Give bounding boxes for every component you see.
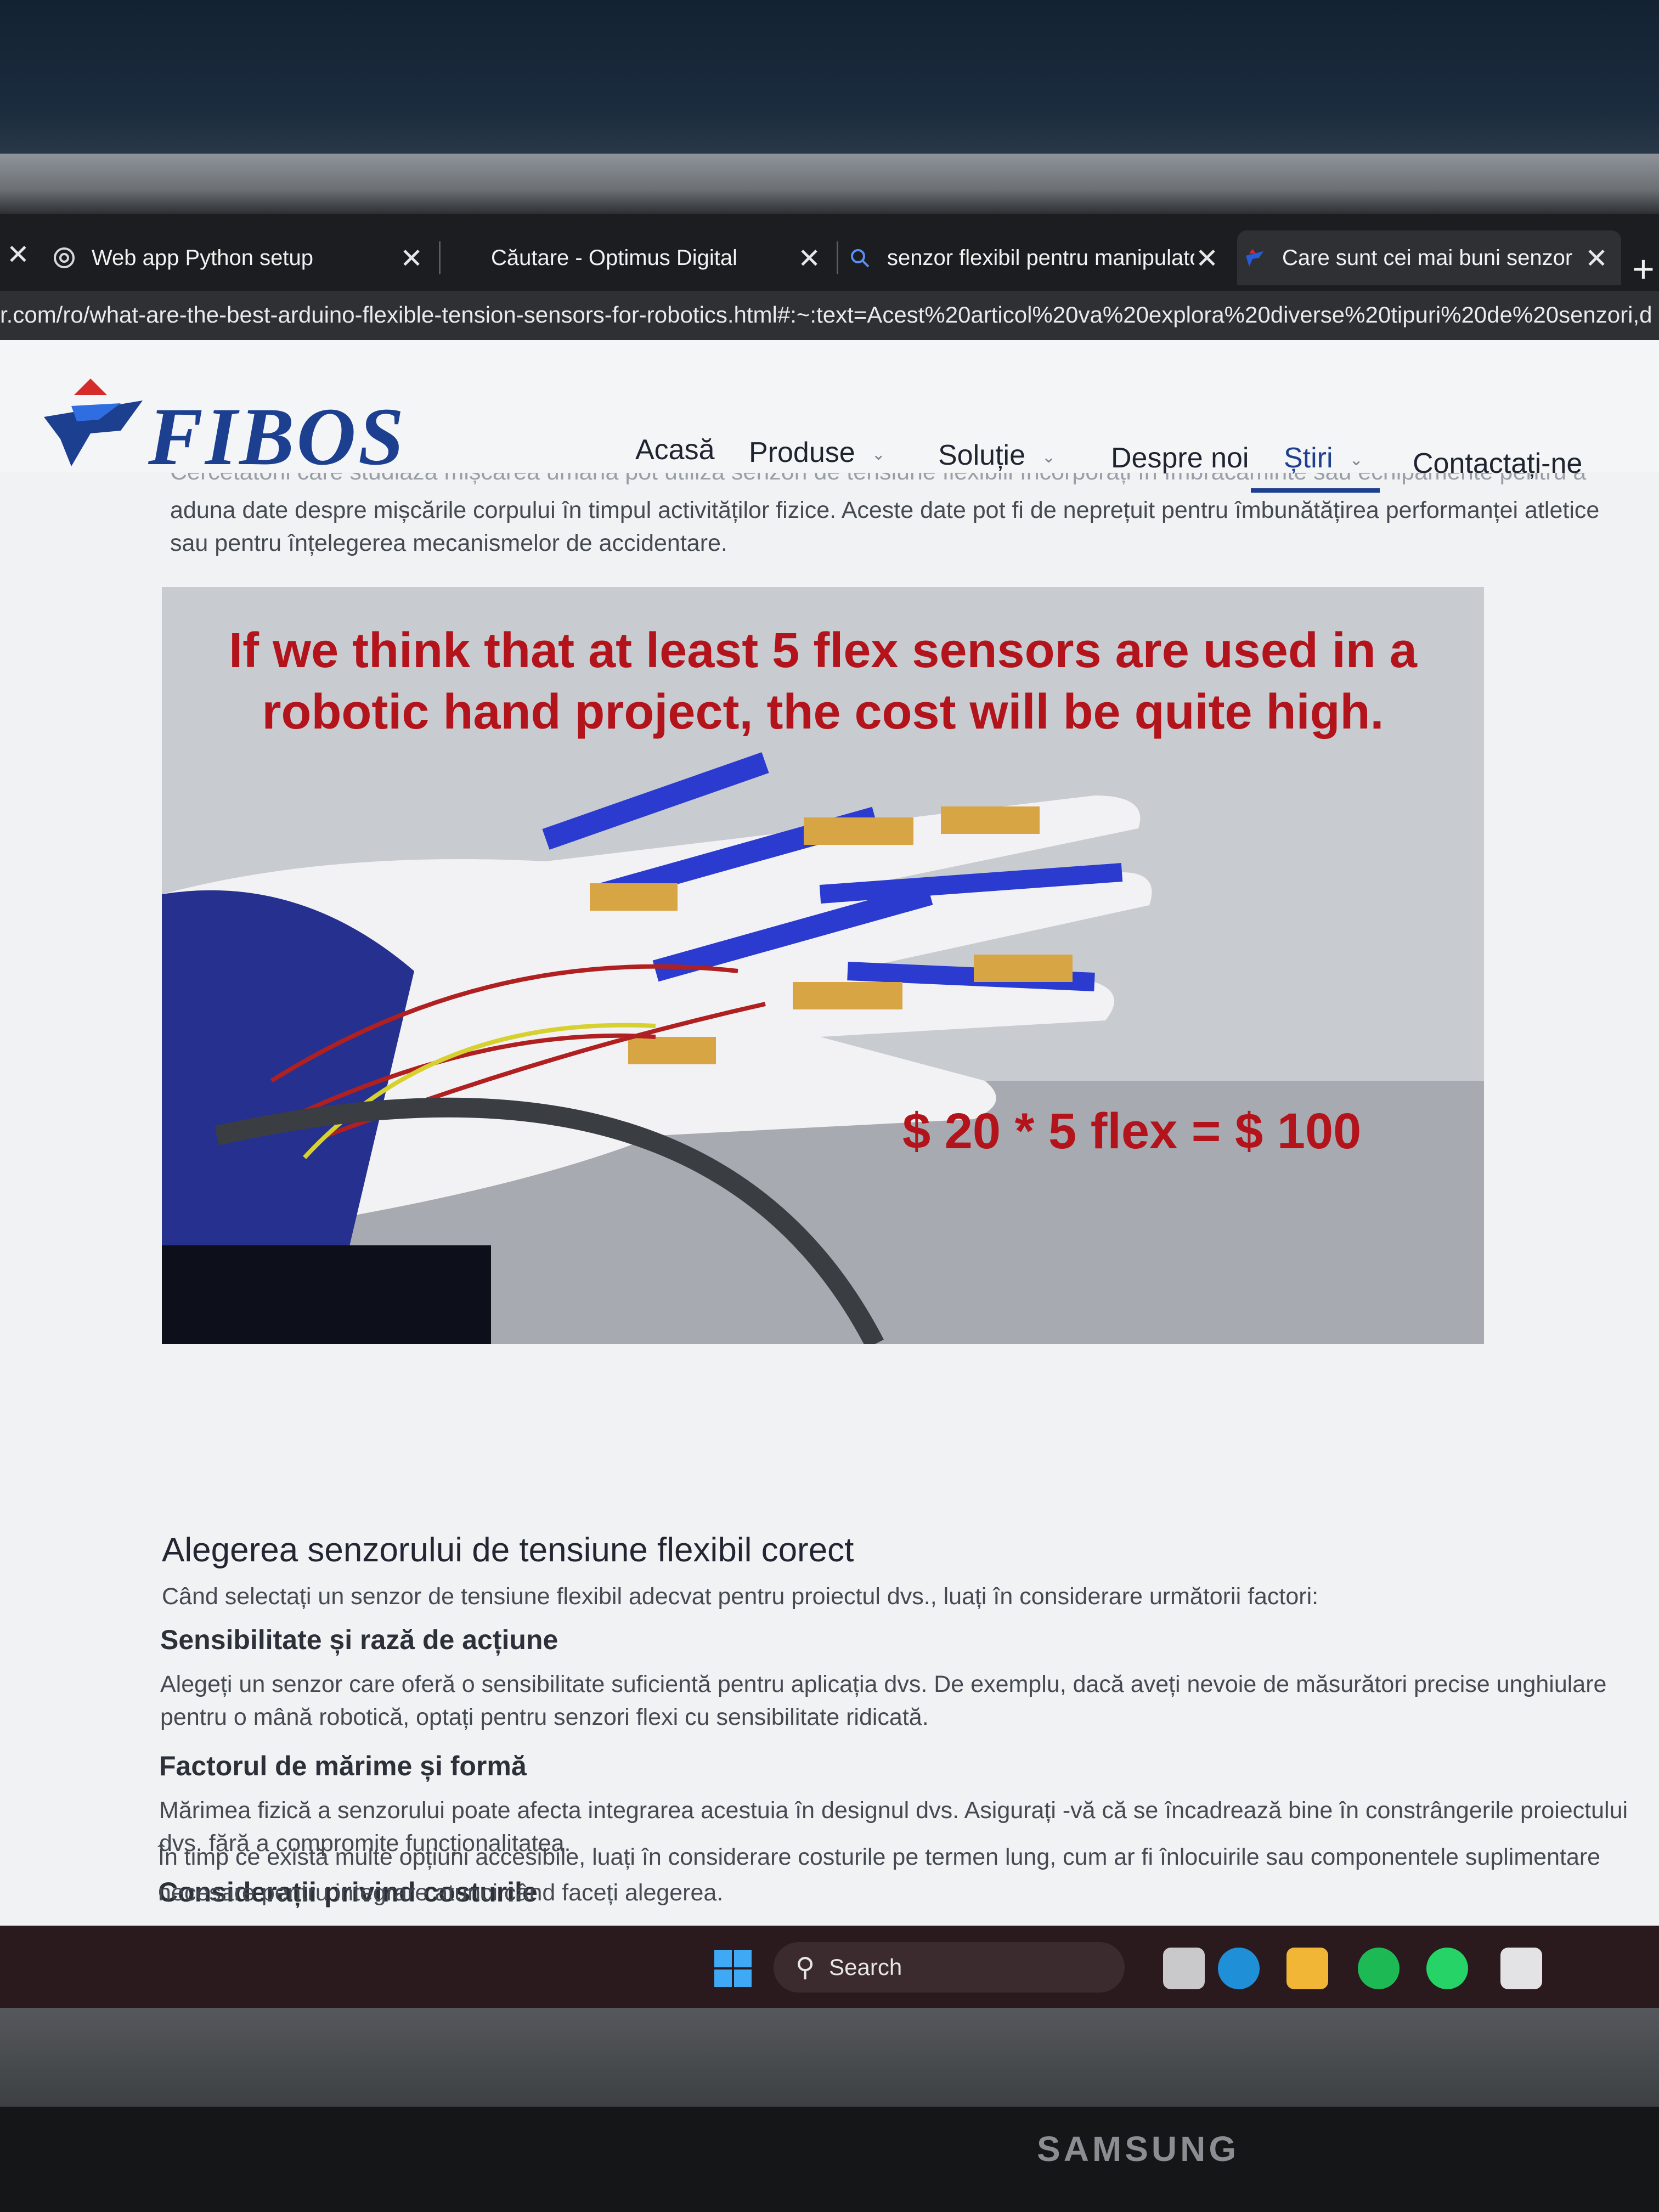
tab-title: Web app Python setup <box>92 245 313 270</box>
background-room <box>0 0 1659 159</box>
nav-item-stiri[interactable]: Știri ⌄ <box>1284 442 1363 475</box>
fibos-logo[interactable]: FIBOS <box>38 373 404 482</box>
tab-web-app-python[interactable]: Web app Python setup ✕ <box>52 230 436 285</box>
task-view-icon[interactable] <box>1163 1948 1205 1989</box>
app-icon[interactable] <box>1500 1948 1542 1989</box>
file-explorer-icon[interactable] <box>1286 1948 1328 1989</box>
intro-paragraph-line: aduna date despre mișcările corpului în … <box>170 497 1600 523</box>
edge-browser-icon[interactable] <box>1218 1948 1260 1989</box>
tab-title: senzor flexibil pentru manipulato <box>887 245 1194 270</box>
chevron-down-icon: ⌄ <box>1349 450 1363 469</box>
subsection-text-line: Alegeți un senzor care oferă o sensibili… <box>160 1671 1607 1697</box>
nav-item-label: Știri <box>1284 442 1333 474</box>
monitor-bezel-bottom <box>0 2008 1659 2107</box>
taskbar-search[interactable]: ⚲ Search <box>774 1942 1125 1993</box>
article-image-flex-glove: If we think that at least 5 flex sensors… <box>162 587 1484 1344</box>
nav-item-produse[interactable]: Produse ⌄ <box>749 436 885 469</box>
tab-senzor-flexibil[interactable]: senzor flexibil pentru manipulato ✕ <box>848 230 1232 285</box>
nav-item-acasa[interactable]: Acasă <box>635 433 715 466</box>
subsection-text-line: pentru o mână robotică, optați pentru se… <box>160 1704 929 1730</box>
figure-caption: If we think that at least 5 flex sensors… <box>162 620 1484 743</box>
tab-optimus-digital[interactable]: Căutare - Optimus Digital ✕ <box>450 230 834 285</box>
tab-care-sunt-senzori[interactable]: Care sunt cei mai buni senzori de ✕ <box>1237 230 1621 285</box>
tab-title: Căutare - Optimus Digital <box>491 245 738 270</box>
subsection-text-line: În timp ce există multe opțiuni accesibi… <box>158 1844 1601 1870</box>
figure-caption-line: If we think that at least 5 flex sensors… <box>229 623 1417 678</box>
tab-separator <box>439 241 441 274</box>
spotify-icon[interactable] <box>1358 1948 1400 1989</box>
monitor-bezel-top <box>0 154 1659 214</box>
figure-caption-line: robotic hand project, the cost will be q… <box>262 685 1384 740</box>
figure-cost-formula: $ 20 * 5 flex = $ 100 <box>902 1103 1362 1159</box>
nav-item-solutie[interactable]: Soluție ⌄ <box>938 439 1056 472</box>
search-icon: ⚲ <box>795 1953 815 1982</box>
close-icon[interactable]: ✕ <box>798 242 821 274</box>
windows-taskbar: ⚲ Search <box>0 1926 1659 2008</box>
logo-text: FIBOS <box>148 391 407 482</box>
fibos-favicon-icon <box>1246 249 1263 267</box>
subsection-title: Factorul de mărime și formă <box>159 1751 527 1781</box>
tab-separator <box>837 241 838 274</box>
chatgpt-icon <box>54 247 75 268</box>
subsection-text-line: necesare pentru integrare atunci când fa… <box>158 1880 724 1906</box>
windows-start-icon[interactable] <box>713 1949 753 1988</box>
new-tab-button[interactable]: + <box>1632 247 1655 291</box>
nav-item-label: Soluție <box>938 439 1025 471</box>
close-icon[interactable]: ✕ <box>1585 242 1608 274</box>
browser-tab-strip: ✕ Web app Python setup ✕ Căutare - Optim… <box>0 214 1659 291</box>
web-page: FIBOS Acasă Produse ⌄ Soluție ⌄ Despre noi… <box>0 340 1659 1926</box>
chevron-down-icon: ⌄ <box>871 445 885 464</box>
monitor-stand-area <box>0 2107 1659 2212</box>
taskbar-search-label: Search <box>829 1954 902 1980</box>
close-icon[interactable]: ✕ <box>1195 242 1218 274</box>
section-intro: Când selectați un senzor de tensiune fle… <box>162 1583 1319 1610</box>
site-header: FIBOS Acasă Produse ⌄ Soluție ⌄ Despre noi… <box>0 340 1659 493</box>
monitor-brand-label: SAMSUNG <box>1037 2129 1240 2169</box>
subsection-text-line: Mărimea fizică a senzorului poate afecta… <box>159 1797 1628 1824</box>
intro-paragraph-line: sau pentru înțelegerea mecanismelor de a… <box>170 530 727 556</box>
article-content: Cercetătorii care studiază mișcarea uman… <box>0 472 1659 1926</box>
nav-item-despre-noi[interactable]: Despre noi <box>1111 442 1249 475</box>
address-bar[interactable]: r.com/ro/what-are-the-best-arduino-flexi… <box>0 291 1659 340</box>
monitor-screen: ✕ Web app Python setup ✕ Căutare - Optim… <box>0 214 1659 2008</box>
subsection-title: Sensibilitate și rază de acțiune <box>160 1624 558 1655</box>
fibos-logo-mark-icon <box>44 379 143 466</box>
section-title: Alegerea senzorului de tensiune flexibil… <box>162 1531 854 1569</box>
whatsapp-icon[interactable] <box>1426 1948 1468 1989</box>
close-icon[interactable]: ✕ <box>400 242 423 274</box>
tab-title: Care sunt cei mai buni senzori de <box>1282 245 1573 270</box>
chevron-down-icon: ⌄ <box>1042 448 1056 466</box>
close-icon[interactable]: ✕ <box>7 239 30 270</box>
nav-item-label: Produse <box>749 437 855 469</box>
url-text[interactable]: r.com/ro/what-are-the-best-arduino-flexi… <box>0 302 1652 328</box>
search-icon <box>851 249 870 268</box>
